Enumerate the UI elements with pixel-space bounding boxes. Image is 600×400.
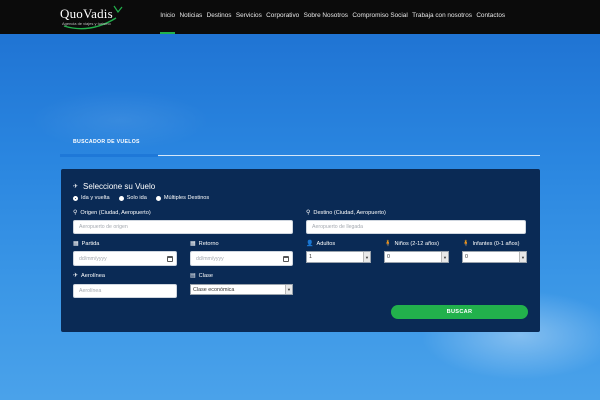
nav-item-sobre-nosotros[interactable]: Sobre Nosotros bbox=[301, 0, 350, 34]
nav-item-corporativo[interactable]: Corporativo bbox=[264, 0, 301, 34]
return-label-text: Retorno bbox=[198, 241, 219, 247]
destination-label: ⚲ Destino (Ciudad, Aeropuerto) bbox=[306, 210, 386, 216]
origin-input[interactable]: Aeropuerto de origen bbox=[73, 220, 293, 234]
radio-button[interactable] bbox=[73, 195, 78, 201]
infants-select[interactable]: 0 ▼ bbox=[462, 251, 527, 263]
plane-icon: ✈ bbox=[73, 273, 79, 279]
infants-label: 🧍 Infantes (0-1 años) bbox=[462, 241, 519, 247]
trip-type-label: Múltiples Destinos bbox=[163, 195, 210, 201]
child-icon: 🧍 bbox=[462, 241, 470, 247]
destination-input[interactable]: Aeropuerto de llegada bbox=[306, 220, 526, 234]
chevron-down-icon[interactable]: ▼ bbox=[519, 252, 526, 262]
nav-item-inicio[interactable]: Inicio bbox=[158, 0, 177, 34]
trip-type-label: Ida y vuelta bbox=[81, 195, 110, 201]
adults-select[interactable]: 1 ▼ bbox=[306, 251, 371, 263]
chevron-down-icon[interactable]: ▼ bbox=[285, 285, 292, 294]
nav-item-servicios[interactable]: Servicios bbox=[234, 0, 264, 34]
calendar-icon: ▦ bbox=[190, 241, 196, 247]
logo-wordmark: QuoVadis bbox=[60, 6, 113, 21]
departure-date-input[interactable]: dd/mm/yyyy bbox=[73, 251, 177, 266]
trip-type-label: Solo ida bbox=[126, 195, 147, 201]
nav-item-noticias[interactable]: Noticias bbox=[177, 0, 204, 34]
calendar-icon: ▦ bbox=[73, 241, 79, 247]
nav-item-destinos[interactable]: Destinos bbox=[204, 0, 233, 34]
children-select[interactable]: 0 ▼ bbox=[384, 251, 449, 263]
origin-label-text: Origen (Ciudad, Aeropuerto) bbox=[80, 210, 151, 216]
class-select[interactable]: Clase económica ▼ bbox=[190, 284, 293, 295]
return-date-input[interactable]: dd/mm/yyyy bbox=[190, 251, 293, 266]
class-label-text: Clase bbox=[198, 273, 213, 279]
form-title: ✈ Seleccione su Vuelo bbox=[73, 182, 155, 191]
return-label: ▦ Retorno bbox=[190, 241, 219, 247]
nav-item-trabaja-con-nosotros[interactable]: Trabaja con nosotros bbox=[410, 0, 474, 34]
adults-label-text: Adultos bbox=[316, 241, 336, 247]
trip-type-round-trip[interactable]: Ida y vuelta bbox=[73, 195, 110, 201]
form-title-text: Seleccione su Vuelo bbox=[83, 182, 156, 191]
logo-tagline: Agencia de viajes y turismo bbox=[62, 21, 111, 26]
tab-buscador-de-vuelos[interactable]: BUSCADOR DE VUELOS bbox=[73, 139, 140, 145]
chevron-down-icon[interactable]: ▼ bbox=[441, 252, 448, 262]
departure-placeholder: dd/mm/yyyy bbox=[79, 255, 107, 262]
id-card-icon: ▤ bbox=[190, 273, 196, 279]
trip-type-group: Ida y vuelta Solo ida Múltiples Destinos bbox=[73, 195, 218, 201]
adults-value: 1 bbox=[309, 254, 312, 260]
class-label: ▤ Clase bbox=[190, 273, 213, 279]
trip-type-one-way[interactable]: Solo ida bbox=[118, 195, 147, 201]
airline-label-text: Aerolínea bbox=[81, 273, 105, 279]
return-placeholder: dd/mm/yyyy bbox=[196, 255, 224, 262]
airline-label: ✈ Aerolínea bbox=[73, 273, 105, 279]
map-marker-icon: ⚲ bbox=[306, 210, 311, 216]
calendar-icon[interactable] bbox=[283, 255, 289, 262]
trip-type-multi-city[interactable]: Múltiples Destinos bbox=[155, 195, 210, 201]
tab-active-indicator bbox=[60, 154, 158, 157]
plane-icon: ✈ bbox=[73, 183, 79, 190]
destination-label-text: Destino (Ciudad, Aeropuerto) bbox=[313, 210, 386, 216]
origin-placeholder: Aeropuerto de origen bbox=[79, 224, 128, 230]
nav-item-compromiso-social[interactable]: Compromiso Social bbox=[350, 0, 410, 34]
origin-label: ⚲ Origen (Ciudad, Aeropuerto) bbox=[73, 210, 151, 216]
child-icon: 🧍 bbox=[384, 241, 392, 247]
user-icon: 👤 bbox=[306, 241, 314, 247]
calendar-icon[interactable] bbox=[167, 255, 173, 262]
top-navigation-bar: QuoVadis Agencia de viajes y turismo Ini… bbox=[0, 0, 600, 34]
children-value: 0 bbox=[387, 254, 390, 260]
infants-value: 0 bbox=[465, 254, 468, 260]
airline-input[interactable]: Aerolínea bbox=[73, 284, 177, 298]
chevron-down-icon[interactable]: ▼ bbox=[363, 252, 370, 262]
search-button[interactable]: BUSCAR bbox=[391, 305, 528, 319]
departure-label-text: Partida bbox=[81, 241, 100, 247]
class-value: Clase económica bbox=[193, 286, 235, 293]
departure-label: ▦ Partida bbox=[73, 241, 99, 247]
infants-label-text: Infantes (0-1 años) bbox=[472, 241, 520, 247]
radio-button[interactable] bbox=[155, 195, 161, 201]
map-marker-icon: ⚲ bbox=[73, 210, 78, 216]
airline-placeholder: Aerolínea bbox=[79, 288, 102, 294]
children-label-text: Niños (2-12 años) bbox=[394, 241, 439, 247]
adults-label: 👤 Adultos bbox=[306, 241, 335, 247]
logo[interactable]: QuoVadis Agencia de viajes y turismo bbox=[60, 4, 126, 30]
main-menu: Inicio Noticias Destinos Servicios Corpo… bbox=[158, 0, 507, 34]
children-label: 🧍 Niños (2-12 años) bbox=[384, 241, 439, 247]
nav-item-contactos[interactable]: Contactos bbox=[474, 0, 507, 34]
radio-button[interactable] bbox=[118, 195, 124, 201]
destination-placeholder: Aeropuerto de llegada bbox=[312, 224, 364, 230]
